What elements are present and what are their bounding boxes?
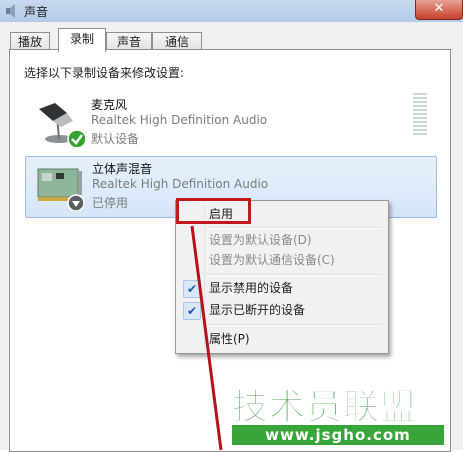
device-driver: Realtek High Definition Audio <box>92 177 269 191</box>
close-button[interactable]: ✕ <box>415 0 463 20</box>
device-driver: Realtek High Definition Audio <box>91 113 268 127</box>
tab-recording[interactable]: 录制 <box>58 28 106 52</box>
menu-item-label: 设置为默认设备(D) <box>209 233 312 247</box>
menu-item-properties[interactable]: 属性(P) <box>178 328 384 350</box>
watermark-url: www.jsgho.com <box>232 425 444 445</box>
menu-item-label: 属性(P) <box>209 332 250 346</box>
sound-card-icon <box>37 168 85 211</box>
instruction-text: 选择以下录制设备来修改设置: <box>24 66 185 80</box>
device-item-microphone[interactable]: 麦克风 Realtek High Definition Audio 默认设备 <box>25 93 435 153</box>
window-title: 声音 <box>24 5 49 19</box>
menu-item-set-default-comm[interactable]: 设置为默认通信设备(C) <box>178 249 384 271</box>
menu-item-label: 显示已断开的设备 <box>209 303 306 317</box>
context-menu: 启用 设置为默认设备(D) 设置为默认通信设备(C) ✔ 显示禁用的设备 ✔ 显… <box>175 200 389 354</box>
watermark-logo-text: 技术员联盟 <box>231 387 418 429</box>
device-name: 立体声混音 <box>92 162 153 176</box>
menu-item-label: 显示禁用的设备 <box>209 281 294 295</box>
speaker-icon <box>6 4 15 18</box>
checkmark-icon: ✔ <box>183 302 201 320</box>
menu-item-show-disabled[interactable]: ✔ 显示禁用的设备 <box>178 277 384 299</box>
menu-item-show-disconnected[interactable]: ✔ 显示已断开的设备 <box>178 299 384 321</box>
level-meter <box>413 93 427 137</box>
device-name: 麦克风 <box>91 98 128 112</box>
device-status: 默认设备 <box>91 132 140 146</box>
menu-item-label: 启用 <box>209 207 234 221</box>
checkmark-icon: ✔ <box>183 280 201 298</box>
menu-item-label: 设置为默认通信设备(C) <box>209 253 335 267</box>
menu-item-set-default[interactable]: 设置为默认设备(D) <box>178 229 384 251</box>
device-status: 已停用 <box>92 196 129 210</box>
default-check-icon <box>67 129 85 147</box>
microphone-icon <box>39 103 85 147</box>
menu-separator <box>206 324 382 326</box>
menu-separator <box>206 274 382 276</box>
title-bar: 声音 ✕ <box>0 0 463 22</box>
menu-item-enable[interactable]: 启用 <box>178 203 384 225</box>
